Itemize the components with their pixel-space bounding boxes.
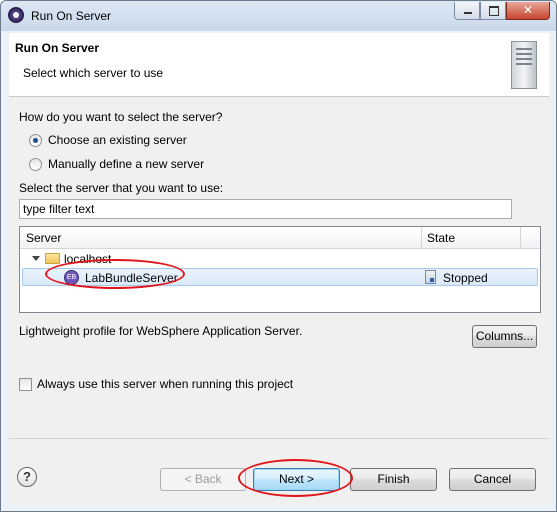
filter-input[interactable]: type filter text	[19, 199, 512, 219]
expand-arrow-icon[interactable]	[32, 256, 40, 261]
wizard-content: How do you want to select the server? Ch…	[9, 98, 549, 438]
page-subtitle: Select which server to use	[23, 66, 164, 80]
finish-button[interactable]: Finish	[350, 468, 437, 491]
server-name: LabBundleServer	[85, 271, 178, 285]
always-use-label: Always use this server when running this…	[37, 377, 294, 391]
minimize-button[interactable]	[454, 2, 480, 20]
table-row-server[interactable]: EB LabBundleServer Stopped	[22, 268, 538, 286]
eclipse-icon	[8, 7, 24, 23]
wizard-header: Run On Server Select which server to use	[9, 33, 549, 97]
help-icon[interactable]: ?	[17, 467, 37, 487]
tree-row-localhost[interactable]: localhost	[20, 250, 540, 268]
always-use-checkbox[interactable]	[19, 377, 32, 391]
cancel-button[interactable]: Cancel	[449, 468, 536, 491]
always-use-checkbox-row[interactable]: Always use this server when running this…	[19, 377, 293, 391]
selection-question: How do you want to select the server?	[19, 110, 223, 124]
maximize-button[interactable]	[480, 2, 506, 20]
column-header-state[interactable]: State	[427, 231, 455, 245]
table-header: Server State	[20, 227, 540, 249]
column-divider[interactable]	[421, 227, 422, 249]
radio-label: Manually define a new server	[48, 157, 205, 171]
column-divider[interactable]	[520, 227, 521, 249]
server-table: Server State localhost EB LabBundleServe…	[19, 226, 541, 313]
run-on-server-dialog: Run On Server ✕ Run On Server Select whi…	[0, 0, 557, 512]
select-server-label: Select the server that you want to use:	[19, 181, 224, 195]
websphere-server-icon: EB	[64, 270, 79, 285]
back-button[interactable]: < Back	[160, 468, 246, 491]
next-button[interactable]: Next >	[253, 468, 340, 491]
server-icon	[511, 41, 537, 89]
page-title: Run On Server	[15, 41, 100, 55]
folder-icon	[45, 253, 60, 264]
close-button[interactable]: ✕	[506, 2, 550, 20]
window-title: Run On Server	[31, 9, 112, 23]
radio-manual-server[interactable]: Manually define a new server	[29, 157, 204, 171]
radio-existing-server[interactable]: Choose an existing server	[29, 133, 187, 147]
close-icon: ✕	[522, 3, 534, 17]
host-label: localhost	[64, 252, 112, 266]
radio-label: Choose an existing server	[48, 133, 187, 147]
columns-button[interactable]: Columns...	[472, 325, 537, 348]
radio-button[interactable]	[29, 133, 42, 147]
server-state: Stopped	[443, 271, 488, 285]
stopped-state-icon	[425, 270, 436, 284]
window-controls: ✕	[454, 2, 550, 20]
radio-button[interactable]	[29, 157, 42, 171]
column-header-server[interactable]: Server	[26, 231, 61, 245]
server-description: Lightweight profile for WebSphere Applic…	[19, 324, 303, 338]
title-bar[interactable]: Run On Server ✕	[1, 1, 556, 31]
